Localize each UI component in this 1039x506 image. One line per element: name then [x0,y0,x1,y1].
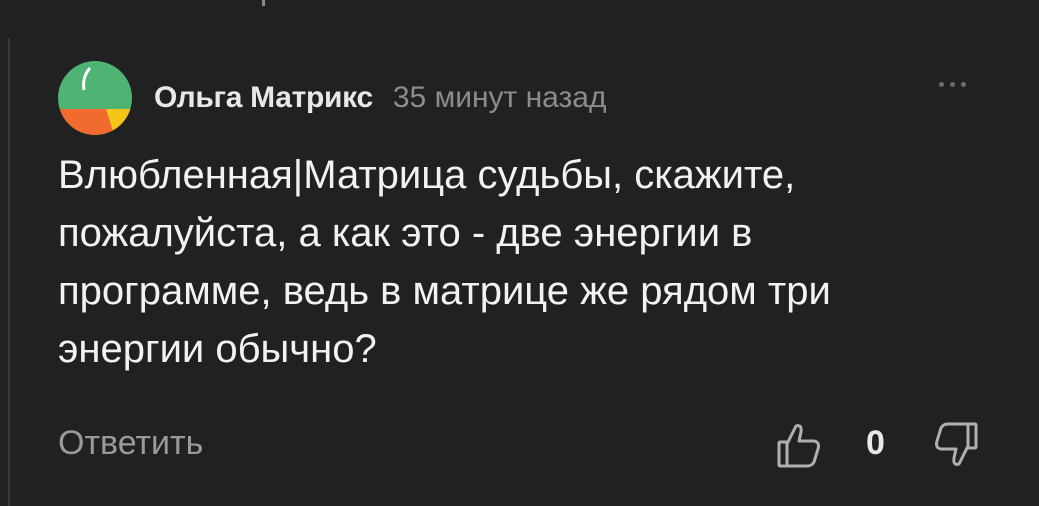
author-name[interactable]: Ольга Матрикс [154,81,373,115]
more-options-icon[interactable] [939,82,966,87]
comment: Ольга Матрикс 35 минут назад Влюбленная|… [58,58,978,378]
comment-header: Ольга Матрикс 35 минут назад [58,58,978,138]
like-count: 0 [866,424,885,462]
divider-tick [262,0,265,6]
reply-button[interactable]: Ответить [58,424,203,463]
thumbs-down-icon[interactable] [933,420,979,470]
thread-line [8,38,10,506]
timestamp: 35 минут назад [392,81,607,114]
avatar[interactable] [58,61,132,135]
comment-actions: Ответить 0 [58,420,988,472]
comment-text: Влюбленная|Матрица судьбы, скажите, пожа… [58,153,831,371]
thumbs-up-icon[interactable] [776,420,822,470]
